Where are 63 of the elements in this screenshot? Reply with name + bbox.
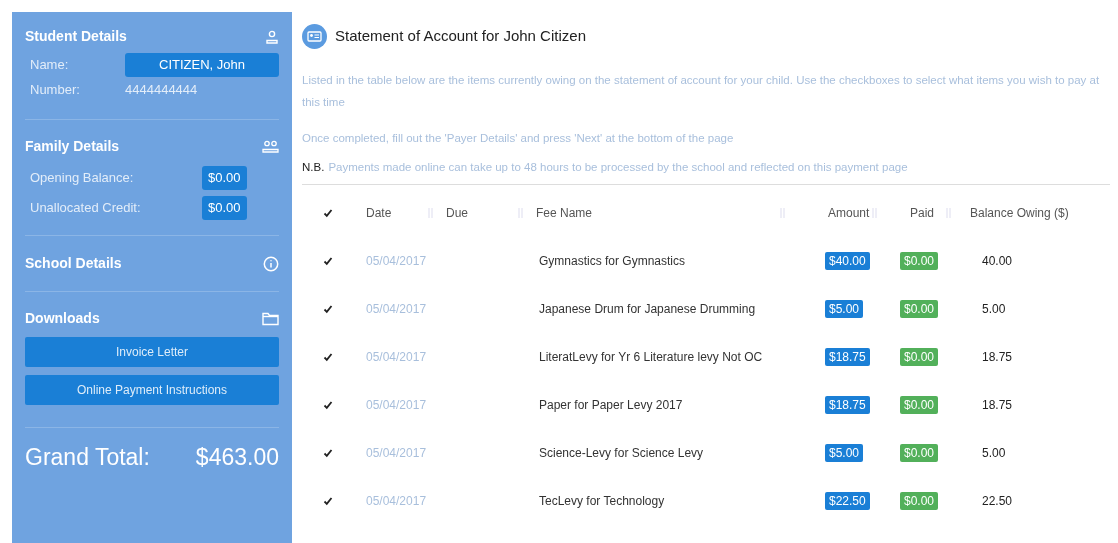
instruction-text: Listed in the table below are the items currently owing on the statement of account for your child. Use the checkboxes to select what items you wish to pay at this time [302,73,1101,110]
table-cell: 05/04/2017 [366,493,427,508]
column-header[interactable]: Date [366,204,392,223]
table-cell: 18.75 [982,397,1013,412]
id-card-icon [302,24,327,49]
table-cell: 05/04/2017 [366,397,427,412]
table-cell: Gymnastics for Gymnastics [539,253,686,268]
checkbox[interactable] [322,207,334,220]
table-cell: Japanese Drum for Japanese Drumming [539,301,756,316]
grand-total-value: $463.00 [195,443,279,472]
table-cell: 05/04/2017 [366,301,427,316]
table-cell: 40.00 [982,253,1013,268]
table-cell: 22.50 [982,493,1013,508]
field-label: Unallocated Credit: [30,199,142,218]
table-cell: 5.00 [982,445,1006,460]
amount-badge: $22.50 [825,491,870,510]
table-cell: 05/04/2017 [366,445,427,460]
folder-icon [262,311,279,326]
column-header[interactable]: Balance Owing ($) [970,204,1069,223]
field-label: Number: [30,81,81,100]
table-cell: Science-Levy for Science Levy [539,445,704,460]
section-title: Student Details [25,27,127,46]
note-label: N.B. [302,160,325,175]
paid-badge: $0.00 [900,251,939,270]
field-label: Opening Balance: [30,169,135,188]
amount-badge: $40.00 [825,251,870,270]
student-number: 4444444444 [125,81,198,100]
name-badge: CITIZEN, John [125,53,279,77]
page-title: Statement of Account for John Citizen [335,26,586,47]
info-icon [263,255,279,272]
column-header[interactable]: Fee Name [536,204,593,223]
section-title: Downloads [25,309,100,328]
paid-badge: $0.00 [900,443,939,462]
table-cell: 05/04/2017 [366,253,427,268]
section-title: Family Details [25,137,120,156]
table-cell: 5.00 [982,301,1006,316]
people-icon [262,140,279,153]
note-text: Payments made online can take up to 48 hours to be processed by the school and reflected on this payment page [328,160,908,175]
download-button[interactable]: Invoice Letter [25,337,279,367]
amount-badge: $18.75 [825,395,870,414]
instruction-text: Once completed, fill out the 'Payer Details' and press 'Next' at the bottom of the page [302,131,735,146]
table-cell: Paper for Paper Levy 2017 [539,397,683,412]
grand-total-label: Grand Total: [25,443,150,472]
paid-badge: $0.00 [900,299,939,318]
column-header[interactable]: Amount [828,204,870,223]
table-cell: LiteratLevy for Yr 6 Literature levy Not OC [539,349,763,364]
amount-badge: $18.75 [825,347,870,366]
column-header[interactable]: Paid [910,204,935,223]
section-title: School Details [25,254,122,273]
table-cell: 05/04/2017 [366,349,427,364]
paid-badge: $0.00 [900,347,939,366]
amount-badge: $5.00 [825,299,864,318]
paid-badge: $0.00 [900,491,939,510]
amount-badge: $0.00 [202,196,247,220]
table-cell: TecLevy for Technology [539,493,665,508]
table-cell: 18.75 [982,349,1013,364]
amount-badge: $0.00 [202,166,247,190]
column-header[interactable]: Due [446,204,468,223]
person-icon [265,29,279,44]
download-button[interactable]: Online Payment Instructions [25,375,279,405]
amount-badge: $5.00 [825,443,864,462]
field-label: Name: [30,56,70,75]
paid-badge: $0.00 [900,395,939,414]
